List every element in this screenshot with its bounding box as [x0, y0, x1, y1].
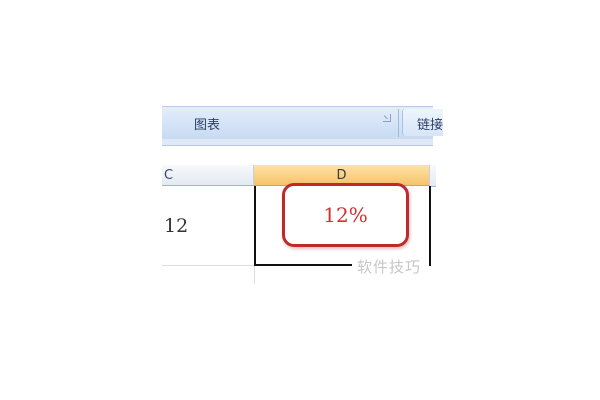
watermark-text: 软件技巧	[352, 254, 430, 279]
cell-c-value: 12	[164, 215, 189, 237]
ribbon-group-links[interactable]: 链接	[402, 109, 443, 136]
column-header-e[interactable]	[429, 165, 436, 187]
cell-c[interactable]: 12	[162, 186, 254, 266]
ribbon-group-chart-label: 图表	[194, 118, 221, 133]
ribbon-separator	[398, 109, 399, 137]
highlighted-percent-value: 12%	[282, 183, 409, 247]
screenshot-canvas: 图表 链接 C D 12 12% 软件技巧	[0, 0, 600, 400]
ribbon-group-links-label: 链接	[417, 118, 444, 133]
column-header-c[interactable]: C	[162, 165, 254, 186]
ribbon-bottom-strip	[162, 139, 433, 146]
column-header-c-label: C	[164, 168, 174, 183]
grid-line	[254, 266, 255, 284]
column-header-d-label: D	[336, 168, 347, 183]
ribbon-bar: 图表 链接	[162, 106, 443, 140]
dialog-launcher-icon[interactable]	[383, 114, 391, 122]
